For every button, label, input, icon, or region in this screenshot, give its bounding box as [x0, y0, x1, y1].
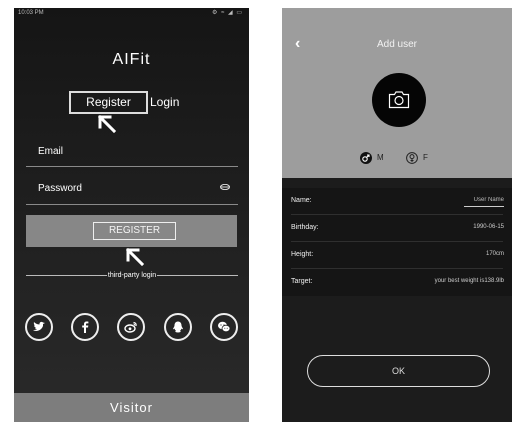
height-label: Height: — [291, 251, 314, 258]
name-label: Name: — [291, 197, 312, 204]
status-time: 10:03 PM — [18, 10, 44, 16]
register-button[interactable]: REGISTER — [93, 222, 176, 240]
avatar-camera-button[interactable] — [372, 73, 426, 127]
weibo-icon[interactable] — [117, 313, 145, 341]
name-input[interactable] — [464, 194, 504, 207]
status-bar: 10:03 PM ⚙ ≈ ◢ ▭ — [14, 8, 249, 20]
camera-icon — [388, 91, 410, 109]
female-icon[interactable] — [406, 152, 418, 164]
show-password-icon[interactable] — [220, 184, 230, 190]
target-row[interactable]: Target: your best weight is138.9lb — [282, 269, 512, 296]
pointer-arrow-icon — [126, 248, 144, 266]
ok-button[interactable]: OK — [307, 355, 490, 387]
birthday-row[interactable]: Birthday: 1990-06-15 — [282, 215, 512, 242]
height-row[interactable]: Height: 170cm — [282, 242, 512, 269]
visitor-button[interactable]: Visitor — [14, 393, 249, 422]
gender-female-label[interactable]: F — [423, 153, 428, 162]
tab-login[interactable]: Login — [150, 91, 179, 114]
height-value[interactable]: 170cm — [486, 251, 504, 257]
email-underline — [26, 166, 238, 167]
add-user-screen: ‹ Add user M F Name: Birthday: 1990-06-1… — [282, 8, 512, 422]
tab-register[interactable]: Register — [69, 91, 148, 114]
register-screen: 10:03 PM ⚙ ≈ ◢ ▭ AIFit Register Login Em… — [14, 8, 249, 422]
target-value[interactable]: your best weight is138.9lb — [435, 278, 504, 284]
status-icons: ⚙ ≈ ◢ ▭ — [212, 10, 243, 16]
third-party-label: third-party login — [106, 272, 158, 279]
page-title: Add user — [376, 39, 418, 50]
password-field[interactable]: Password — [38, 183, 82, 194]
birthday-value[interactable]: 1990-06-15 — [473, 224, 504, 230]
pointer-arrow-icon — [98, 115, 116, 133]
male-icon[interactable] — [360, 152, 372, 164]
gender-male-label[interactable]: M — [377, 153, 384, 162]
twitter-icon[interactable] — [25, 313, 53, 341]
target-label: Target: — [291, 278, 313, 285]
facebook-icon[interactable] — [71, 313, 99, 341]
name-row: Name: — [282, 188, 512, 215]
qq-icon[interactable] — [164, 313, 192, 341]
wechat-icon[interactable] — [210, 313, 238, 341]
email-field[interactable]: Email — [38, 146, 63, 157]
third-party-divider: third-party login — [26, 270, 238, 282]
password-underline — [26, 204, 238, 205]
birthday-label: Birthday: — [291, 224, 319, 231]
app-title: AIFit — [112, 51, 151, 68]
